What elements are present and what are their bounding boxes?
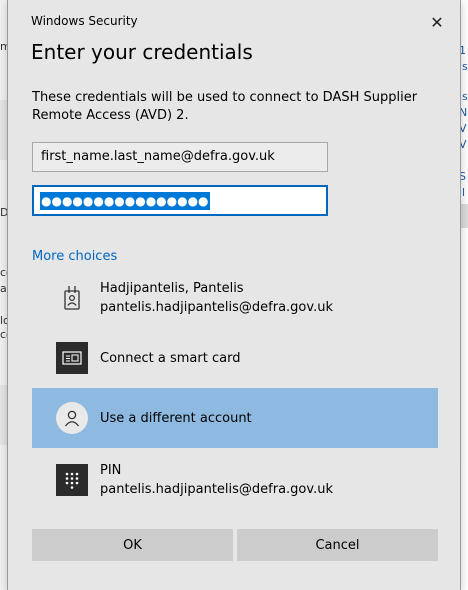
close-button[interactable]: ✕ <box>422 8 452 36</box>
bg-fragment: i <box>459 272 463 285</box>
password-mask: ●●●●●●●●●●●●●●●● <box>40 191 210 210</box>
dialog-heading: Enter your credentials <box>31 40 253 64</box>
bg-fragment: i <box>459 448 463 461</box>
pin-label: PIN <box>100 463 122 478</box>
bg-fragment: S <box>459 170 466 183</box>
option-pin[interactable]: PIN pantelis.hadjipantelis@defra.gov.uk <box>32 450 438 510</box>
bg-fragment: i <box>459 432 463 445</box>
bg-fragment: is <box>459 90 468 103</box>
account-name: Hadjipantelis, Pantelis <box>100 281 244 296</box>
pin-keypad-icon <box>56 464 88 496</box>
ok-button[interactable]: OK <box>32 529 233 561</box>
option-different-account[interactable]: Use a different account <box>32 388 438 448</box>
bg-fragment: i <box>459 384 463 397</box>
bg-fragment: i <box>459 416 463 429</box>
person-icon <box>56 402 88 434</box>
pin-email: pantelis.hadjipantelis@defra.gov.uk <box>100 482 333 497</box>
bg-fragment: i <box>459 304 463 317</box>
more-choices-link[interactable]: More choices <box>32 249 117 264</box>
bg-fragment: i <box>459 256 463 269</box>
badge-icon <box>56 282 88 314</box>
bg-fragment: i <box>459 368 463 381</box>
bg-fragment: 1 <box>459 44 466 57</box>
bg-fragment: V <box>459 138 467 151</box>
cancel-button[interactable]: Cancel <box>237 529 438 561</box>
bg-fragment: i <box>459 288 463 301</box>
bg-fragment: i <box>459 240 463 253</box>
window-title: Windows Security <box>31 14 138 28</box>
password-field[interactable]: ●●●●●●●●●●●●●●●● <box>32 185 328 216</box>
bg-fragment: i <box>459 400 463 413</box>
close-icon: ✕ <box>430 12 444 32</box>
bg-fragment: ll <box>459 186 466 199</box>
smart-card-label: Connect a smart card <box>100 350 241 366</box>
username-field[interactable]: first_name.last_name@defra.gov.uk <box>32 142 328 172</box>
account-email: pantelis.hadjipantelis@defra.gov.uk <box>100 300 333 315</box>
bg-fragment: N <box>459 106 468 119</box>
credentials-dialog: Windows Security ✕ Enter your credential… <box>8 0 460 590</box>
option-smart-card[interactable]: Connect a smart card <box>32 328 438 388</box>
different-account-label: Use a different account <box>100 410 252 426</box>
bg-fragment: V <box>459 122 467 135</box>
bg-fragment: is <box>459 60 468 73</box>
bg-fragment: l <box>459 154 463 167</box>
bg-fragment: i <box>459 352 463 365</box>
option-account[interactable]: Hadjipantelis, Pantelis pantelis.hadjipa… <box>32 268 438 328</box>
dialog-description: These credentials will be used to connec… <box>32 90 418 123</box>
bg-fragment: i <box>459 336 463 349</box>
smart-card-icon <box>56 342 88 374</box>
bg-fragment: i <box>459 320 463 333</box>
